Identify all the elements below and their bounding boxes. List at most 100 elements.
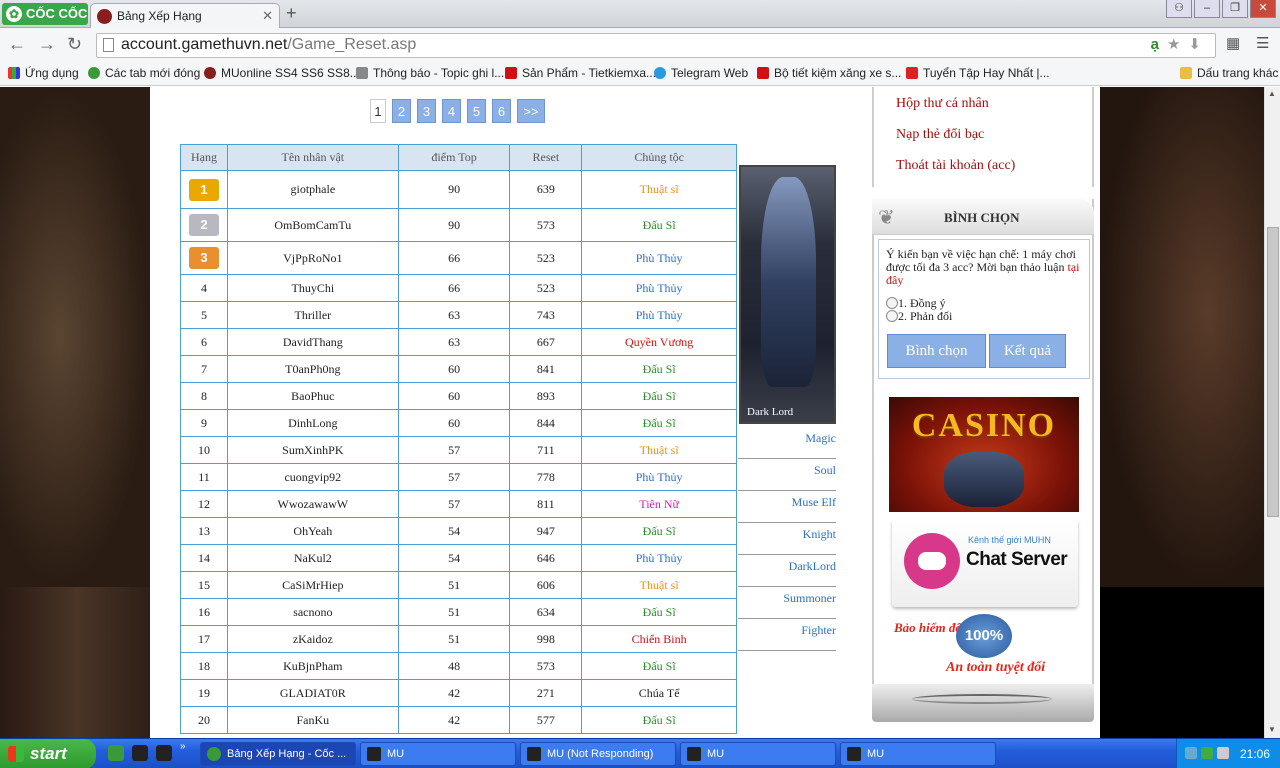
minimize-icon[interactable]: – (1194, 0, 1220, 18)
bookmark-botietkiem[interactable]: Bộ tiết kiệm xăng xe s... (757, 66, 901, 80)
class-link-muse-elf[interactable]: Muse Elf (738, 491, 836, 523)
class-link-summoner[interactable]: Summoner (738, 587, 836, 619)
menu-topup[interactable]: Nạp thẻ đổi bạc (896, 127, 984, 143)
rank-cell: 14 (180, 544, 228, 572)
reload-icon[interactable]: ↻ (67, 34, 82, 55)
reset-cell: 667 (509, 328, 583, 356)
name-cell[interactable]: cuongvip92 (226, 463, 399, 491)
bookmark-thongbao[interactable]: Thông báo - Topic ghi l... (356, 66, 504, 80)
name-cell[interactable]: DavidThang (226, 328, 399, 356)
bookmark-label: Tuyển Tập Hay Nhất |... (923, 66, 1050, 80)
bookmark-telegram[interactable]: Telegram Web (654, 66, 748, 80)
task-mu-1[interactable]: MU (360, 742, 516, 766)
name-cell[interactable]: OmBomCamTu (226, 208, 399, 242)
scroll-down-icon[interactable]: ▼ (1268, 725, 1276, 734)
name-cell[interactable]: CaSiMrHiep (226, 571, 399, 599)
back-icon[interactable]: ← (8, 34, 26, 55)
bookmark-recent-tabs[interactable]: Các tab mới đóng (88, 66, 200, 80)
class-link-darklord[interactable]: DarkLord (738, 555, 836, 587)
name-cell[interactable]: zKaidoz (226, 625, 399, 653)
browser-tab[interactable]: Bảng Xếp Hạng ✕ (90, 3, 280, 28)
menu-icon[interactable]: ☰ (1256, 34, 1269, 52)
tray-back-icon[interactable] (1185, 747, 1197, 759)
name-cell[interactable]: sacnono (226, 598, 399, 626)
vietnamese-input-icon[interactable]: ạ (1151, 36, 1167, 53)
radio-icon[interactable] (886, 310, 898, 322)
bookmark-sanpham[interactable]: Sản Phẩm - Tietkiemxa... (505, 66, 656, 80)
menu-mailbox[interactable]: Hộp thư cá nhân (896, 96, 989, 112)
page-next[interactable]: >> (517, 99, 545, 123)
menu-logout[interactable]: Thoát tài khoản (acc) (896, 158, 1015, 174)
qr-icon[interactable]: ▦ (1226, 34, 1240, 52)
name-cell[interactable]: Thriller (226, 301, 399, 329)
name-cell[interactable]: WwozawawW (226, 490, 399, 518)
name-cell[interactable]: SumXinhPK (226, 436, 399, 464)
bookmark-apps[interactable]: Ứng dụng (8, 66, 79, 80)
class-link-knight[interactable]: Knight (738, 523, 836, 555)
task-browser[interactable]: Bảng Xếp Hạng - Cốc ... (200, 742, 356, 766)
name-cell[interactable]: NaKul2 (226, 544, 399, 572)
task-mu-2[interactable]: MU (680, 742, 836, 766)
address-bar[interactable]: account.gamethuvn.net/Game_Reset.asp ạ★⬇ (96, 33, 1216, 58)
table-row: 7 T0anPh0ng 60 841 Đấu Sĩ (180, 355, 737, 383)
bookmark-youtube[interactable]: Tuyển Tập Hay Nhất |... (906, 66, 1050, 80)
start-button[interactable]: start (0, 739, 96, 768)
page-4[interactable]: 4 (442, 99, 461, 123)
forward-icon[interactable]: → (38, 34, 56, 55)
name-cell[interactable]: T0anPh0ng (226, 355, 399, 383)
top-cell: 63 (397, 328, 511, 356)
vote-button[interactable]: Bình chọn (887, 334, 986, 368)
tray-volume-icon[interactable] (1217, 747, 1229, 759)
chat-server-banner[interactable]: Kênh thế giới MUHN Chat Server (892, 519, 1078, 607)
new-tab-icon[interactable]: + (286, 3, 297, 24)
maximize-icon[interactable]: ❐ (1222, 0, 1248, 18)
scroll-thumb[interactable] (1267, 227, 1279, 517)
task-mu-3[interactable]: MU (840, 742, 996, 766)
page-scrollbar[interactable]: ▲ ▼ (1264, 87, 1280, 738)
quicklaunch-expand-icon[interactable]: » (180, 741, 186, 752)
mu-favicon-icon (97, 9, 112, 24)
radio-icon[interactable] (886, 297, 898, 309)
quicklaunch-mu-icon[interactable] (132, 745, 148, 761)
bookmark-muonline[interactable]: MUonline SS4 SS6 SS8... (204, 66, 360, 80)
name-cell[interactable]: BaoPhuc (226, 382, 399, 410)
insure-top: Bảo hiểm độ (894, 620, 962, 635)
class-link-soul[interactable]: Soul (738, 459, 836, 491)
name-cell[interactable]: VjPpRoNo1 (226, 241, 399, 275)
scroll-up-icon[interactable]: ▲ (1268, 89, 1276, 98)
close-window-icon[interactable]: ✕ (1250, 0, 1276, 18)
name-cell[interactable]: ThuyChi (226, 274, 399, 302)
name-cell[interactable]: OhYeah (226, 517, 399, 545)
class-link-magic[interactable]: Magic (738, 427, 836, 459)
rank-cell: 16 (180, 598, 228, 626)
page-1[interactable]: 1 (370, 99, 386, 123)
tab-close-icon[interactable]: ✕ (262, 8, 273, 24)
bookmark-other-folder[interactable]: Dấu trang khác (1180, 66, 1278, 80)
reset-cell: 998 (509, 625, 583, 653)
race-cell: Phù Thủy (581, 544, 737, 572)
download-icon[interactable]: ⬇ (1188, 36, 1209, 53)
coccoc-logo[interactable]: ✿ CỐC CỐC (2, 3, 88, 25)
task-mu-not-responding[interactable]: MU (Not Responding) (520, 742, 676, 766)
page-2[interactable]: 2 (392, 99, 411, 123)
race-cell: Đấu Sĩ (581, 409, 737, 437)
vote-option-disagree[interactable]: 2. Phản đối (886, 310, 1083, 323)
name-cell[interactable]: KuBjnPham (226, 652, 399, 680)
name-cell[interactable]: DinhLong (226, 409, 399, 437)
name-cell[interactable]: giotphale (226, 170, 399, 209)
rank-number: 17 (197, 631, 210, 646)
class-link-fighter[interactable]: Fighter (738, 619, 836, 651)
star-icon[interactable]: ★ (1167, 36, 1188, 53)
page-3[interactable]: 3 (417, 99, 436, 123)
result-button[interactable]: Kết quả (989, 334, 1066, 368)
name-cell[interactable]: GLADIAT0R (226, 679, 399, 707)
quicklaunch-browser-icon[interactable] (108, 745, 124, 761)
page-6[interactable]: 6 (492, 99, 511, 123)
quicklaunch-mu-icon[interactable] (156, 745, 172, 761)
insurance-banner[interactable]: Bảo hiểm độ 100% An toàn tuyệt đối (890, 612, 1080, 680)
user-icon[interactable]: ⚇ (1166, 0, 1192, 18)
name-cell[interactable]: FanKu (226, 706, 399, 734)
casino-banner[interactable]: CASINO (889, 397, 1079, 512)
page-5[interactable]: 5 (467, 99, 486, 123)
tray-network-icon[interactable] (1201, 747, 1213, 759)
